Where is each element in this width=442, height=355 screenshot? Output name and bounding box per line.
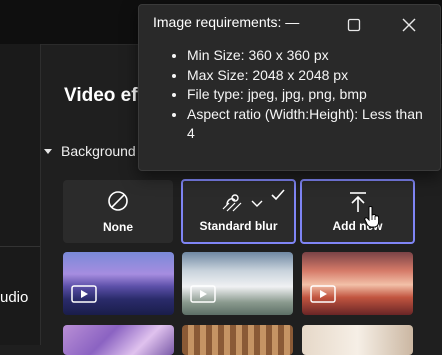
background-thumbnail-snowy-trees[interactable] [182,252,293,315]
video-icon [71,285,97,308]
background-thumbnail-pink-flowers[interactable] [63,325,174,355]
image-requirements-popup: Image requirements: — Min Size: 360 x 36… [138,4,441,171]
hand-pointer-cursor-icon [364,206,380,233]
checkmark-icon [271,188,285,206]
popup-maximize-button[interactable] [342,13,366,37]
requirement-file-type: File type: jpeg, jpg, png, bmp [187,85,427,105]
background-section-toggle[interactable]: Background [44,143,136,159]
popup-title: Image requirements: — [153,14,300,30]
background-standard-blur-tile[interactable]: Standard blur [181,179,296,244]
video-effects-title: Video ef [64,85,138,106]
none-tile-label: None [103,220,133,234]
background-thumbnail-purple-lake[interactable] [63,252,174,315]
blur-icon [221,191,245,218]
popup-close-button[interactable] [397,13,421,37]
background-none-tile[interactable]: None [63,180,173,243]
requirements-list: Min Size: 360 x 360 px Max Size: 2048 x … [169,46,427,144]
left-pane-divider [0,246,40,247]
none-icon [107,190,129,217]
chevron-down-icon[interactable] [251,195,263,213]
background-section-label: Background [61,143,136,159]
requirement-aspect-ratio: Aspect ratio (Width:Height): Less than 4 [187,105,427,144]
add-new-background-tile[interactable]: Add new [300,179,415,244]
caret-down-icon [44,148,52,154]
video-icon [310,285,336,308]
background-thumbnail-red-mountains[interactable] [302,252,413,315]
left-nav-item-audio-label[interactable]: udio [0,289,28,306]
requirement-min-size: Min Size: 360 x 360 px [187,46,427,66]
add-new-tile-label: Add new [332,219,383,233]
background-thumbnail-bright-room[interactable] [302,325,413,355]
requirement-max-size: Max Size: 2048 x 2048 px [187,66,427,86]
background-thumbnail-wooden-room[interactable] [182,325,293,355]
video-icon [190,285,216,308]
standard-blur-tile-label: Standard blur [199,219,278,233]
maximize-icon [347,18,361,32]
close-icon [402,18,416,32]
